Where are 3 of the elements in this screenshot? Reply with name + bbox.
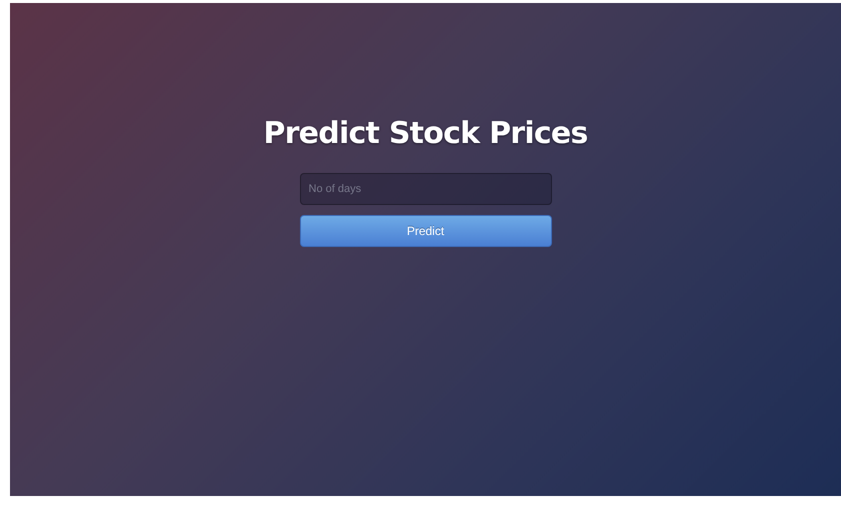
predict-button[interactable]: Predict (300, 215, 552, 247)
days-field[interactable]: No of days (300, 173, 552, 205)
page-title: Predict Stock Prices (263, 115, 588, 153)
